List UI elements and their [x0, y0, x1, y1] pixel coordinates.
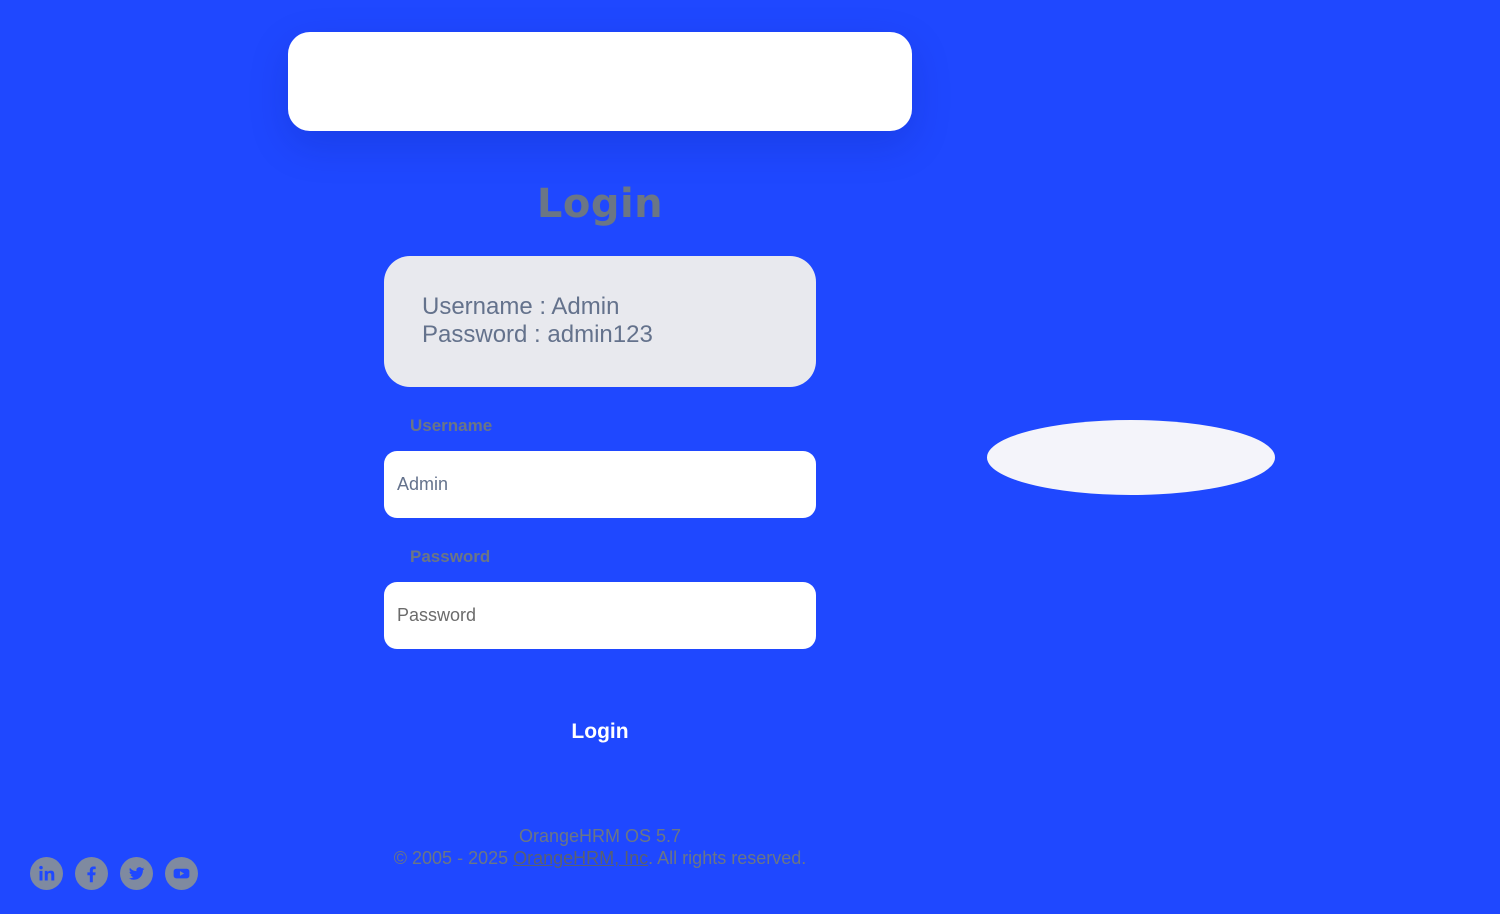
demo-credentials-box: Username : Admin Password : admin123	[384, 256, 816, 387]
login-button[interactable]: Login	[384, 706, 816, 758]
login-title: Login	[536, 181, 664, 227]
password-label: Password	[410, 547, 491, 566]
facebook-icon[interactable]	[75, 857, 108, 890]
footer-version: OrangeHRM OS 5.7	[518, 826, 682, 846]
youtube-icon[interactable]	[165, 857, 198, 890]
linkedin-icon[interactable]	[30, 857, 63, 890]
social-links	[30, 857, 198, 890]
twitter-icon[interactable]	[120, 857, 153, 890]
login-page: Login Username : Admin Password : admin1…	[0, 0, 1500, 914]
copyright-prefix: © 2005 - 2025	[393, 848, 514, 868]
orangehrm-link[interactable]: OrangeHRM, Inc	[513, 848, 648, 868]
decorative-ellipse	[987, 420, 1275, 495]
copyright-suffix: . All rights reserved.	[648, 848, 807, 868]
demo-username-text: Username : Admin	[422, 293, 620, 320]
demo-password-text: Password : admin123	[422, 321, 653, 348]
username-label: Username	[410, 416, 493, 435]
username-input[interactable]	[384, 451, 816, 518]
branding-banner	[288, 32, 912, 131]
password-input[interactable]	[384, 582, 816, 649]
